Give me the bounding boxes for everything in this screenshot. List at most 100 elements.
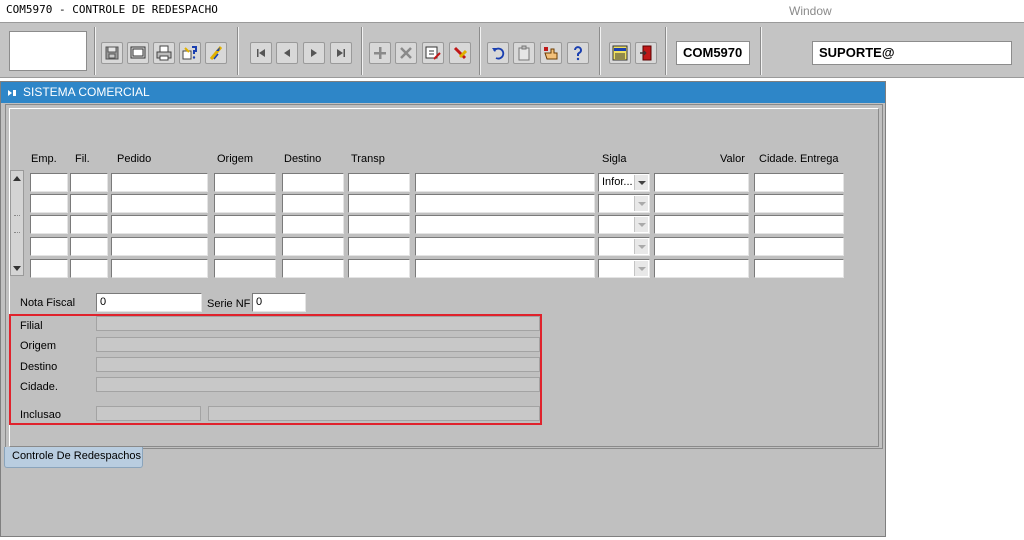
pedido-field[interactable] <box>111 215 208 234</box>
transp-field[interactable] <box>348 173 410 192</box>
toolbar-separator <box>665 27 667 75</box>
print-button[interactable] <box>153 42 175 64</box>
toolbar-separator <box>599 27 601 75</box>
fil-field[interactable] <box>70 173 108 192</box>
last-record-button[interactable] <box>330 42 352 64</box>
valor-field[interactable] <box>654 237 749 256</box>
sigla-select[interactable] <box>598 194 650 213</box>
previous-record-button[interactable] <box>276 42 298 64</box>
sigla-select[interactable] <box>598 237 650 256</box>
grid-scrollbar[interactable] <box>10 170 24 276</box>
transp-name-field[interactable] <box>415 237 595 256</box>
chevron-down-icon[interactable] <box>634 261 648 276</box>
fil-field[interactable] <box>70 259 108 278</box>
emp-field[interactable] <box>30 173 68 192</box>
save-button[interactable] <box>101 42 123 64</box>
clear-record-icon <box>453 46 468 60</box>
transp-field[interactable] <box>348 237 410 256</box>
execute-query-button[interactable] <box>205 42 227 64</box>
execute-query-icon <box>209 46 223 60</box>
fil-field[interactable] <box>70 194 108 213</box>
origem-field[interactable] <box>214 259 276 278</box>
delete-record-button[interactable] <box>395 42 417 64</box>
pedido-field[interactable] <box>111 173 208 192</box>
window-menu[interactable]: Window <box>789 4 832 18</box>
clipboard-button[interactable] <box>513 42 535 64</box>
pedido-field[interactable] <box>111 259 208 278</box>
insert-record-icon <box>374 47 386 59</box>
cidade-entrega-field[interactable] <box>754 194 844 213</box>
transp-field[interactable] <box>348 194 410 213</box>
fil-field[interactable] <box>70 215 108 234</box>
print-icon <box>156 45 172 61</box>
destino-field[interactable] <box>282 173 344 192</box>
transp-field[interactable] <box>348 259 410 278</box>
scroll-down-icon[interactable] <box>11 261 23 275</box>
valor-field[interactable] <box>654 215 749 234</box>
transp-name-field[interactable] <box>415 215 595 234</box>
help-button[interactable] <box>567 42 589 64</box>
toolbar-separator <box>361 27 363 75</box>
serie-nf-field[interactable]: 0 <box>252 293 306 312</box>
header-pedido: Pedido <box>117 153 152 165</box>
clear-record-button[interactable] <box>449 42 471 64</box>
save-icon <box>105 46 119 60</box>
query-help-button[interactable] <box>179 42 201 64</box>
cidade-entrega-field[interactable] <box>754 237 844 256</box>
destino-field[interactable] <box>282 215 344 234</box>
chevron-down-icon[interactable] <box>634 217 648 232</box>
pedido-field[interactable] <box>111 194 208 213</box>
delete-record-icon <box>400 47 412 59</box>
hand-pointer-button[interactable] <box>540 42 562 64</box>
toolbar-separator <box>237 27 239 75</box>
pedido-field[interactable] <box>111 237 208 256</box>
edit-record-button[interactable] <box>422 42 444 64</box>
origem-field[interactable] <box>214 173 276 192</box>
exit-button[interactable] <box>635 42 657 64</box>
scroll-up-icon[interactable] <box>11 171 23 185</box>
sigla-select[interactable]: Infor... <box>598 173 650 192</box>
last-record-icon <box>337 49 345 57</box>
toolbar-separator <box>94 27 96 75</box>
help-icon <box>574 46 582 61</box>
destino-field[interactable] <box>282 194 344 213</box>
valor-field[interactable] <box>654 259 749 278</box>
origem-field[interactable] <box>214 194 276 213</box>
emp-field[interactable] <box>30 237 68 256</box>
tab-controle-de-redespachos[interactable]: Controle De Redespachos <box>4 447 143 468</box>
emp-field[interactable] <box>30 194 68 213</box>
insert-record-button[interactable] <box>369 42 391 64</box>
next-record-button[interactable] <box>303 42 325 64</box>
origem-field[interactable] <box>214 215 276 234</box>
print-preview-button[interactable] <box>127 42 149 64</box>
destino-field[interactable] <box>282 259 344 278</box>
cidade-entrega-field[interactable] <box>754 259 844 278</box>
transp-field[interactable] <box>348 215 410 234</box>
undo-button[interactable] <box>487 42 509 64</box>
valor-field[interactable] <box>654 173 749 192</box>
scroll-thumb[interactable] <box>14 215 20 233</box>
menu-button[interactable] <box>609 42 631 64</box>
valor-field[interactable] <box>654 194 749 213</box>
chevron-down-icon[interactable] <box>634 175 648 190</box>
sigla-select[interactable] <box>598 215 650 234</box>
emp-field[interactable] <box>30 215 68 234</box>
print-preview-icon <box>130 46 146 59</box>
transp-name-field[interactable] <box>415 173 595 192</box>
cidade-entrega-field[interactable] <box>754 215 844 234</box>
sigla-select[interactable] <box>598 259 650 278</box>
first-record-button[interactable] <box>250 42 272 64</box>
oracle-forms-icon <box>6 87 18 99</box>
transp-name-field[interactable] <box>415 259 595 278</box>
fil-field[interactable] <box>70 237 108 256</box>
origem-field[interactable] <box>214 237 276 256</box>
chevron-down-icon[interactable] <box>634 239 648 254</box>
destino-field[interactable] <box>282 237 344 256</box>
chevron-down-icon[interactable] <box>634 196 648 211</box>
nota-fiscal-field[interactable]: 0 <box>96 293 202 312</box>
serie-nf-label: Serie NF <box>207 298 251 310</box>
cidade-entrega-field[interactable] <box>754 173 844 192</box>
transp-name-field[interactable] <box>415 194 595 213</box>
emp-field[interactable] <box>30 259 68 278</box>
query-help-icon <box>182 46 197 60</box>
